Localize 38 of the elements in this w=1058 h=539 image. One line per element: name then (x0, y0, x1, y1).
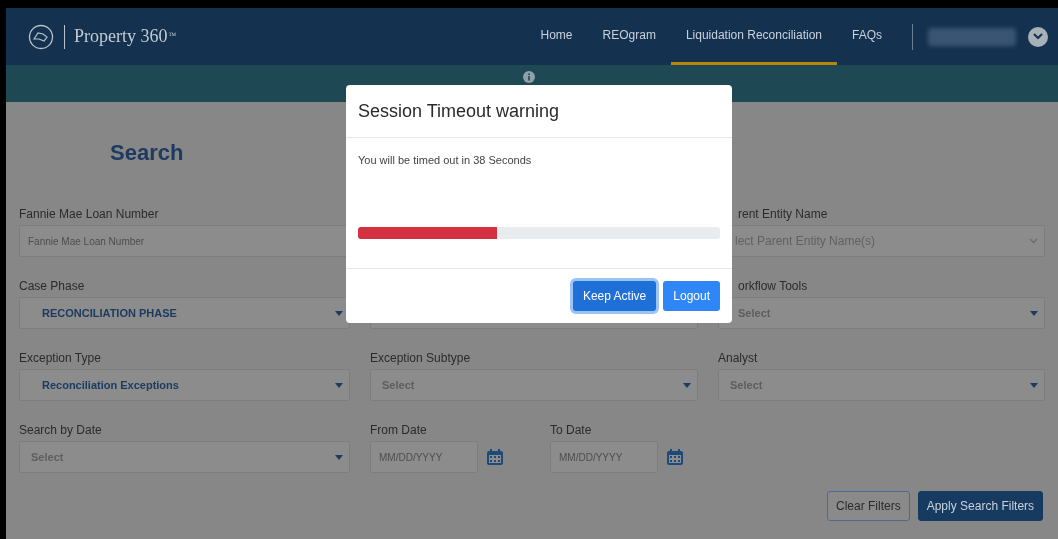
field-label: orkflow Tools (738, 279, 808, 293)
calendar-icon[interactable] (666, 448, 684, 466)
logo-icon (28, 23, 54, 50)
field-label: Analyst (718, 351, 758, 365)
caret-icon (335, 310, 343, 316)
dialog-title: Session Timeout warning (358, 99, 560, 123)
field-label: Exception Type (19, 351, 101, 365)
apply-filters-button[interactable]: Apply Search Filters (917, 491, 1044, 521)
field-label: Exception Subtype (370, 351, 471, 365)
caret-icon (335, 382, 343, 388)
nav-link[interactable]: FAQs (837, 8, 897, 65)
field-label: Search by Date (19, 423, 102, 437)
date-input-field[interactable]: MM/DD/YYYY (550, 441, 658, 473)
caret-icon (683, 382, 691, 388)
chevron-down-icon (1033, 33, 1043, 40)
field-label: To Date (550, 423, 592, 437)
calendar-icon[interactable] (486, 448, 504, 466)
select-dropdown[interactable]: Reconciliation Exceptions (19, 369, 350, 401)
logout-button[interactable]: Logout (663, 281, 720, 311)
date-input-field[interactable]: MM/DD/YYYY (370, 441, 478, 473)
field-label: Fannie Mae Loan Number (19, 207, 159, 221)
caret-icon (1030, 382, 1038, 388)
field-label: Case Phase (19, 279, 85, 293)
caret-icon (335, 454, 343, 460)
dialog-message: You will be timed out in 38 Seconds (358, 153, 533, 168)
user-menu-button[interactable] (1028, 26, 1048, 47)
keep-active-button[interactable]: Keep Active (572, 281, 657, 311)
field-label: From Date (370, 423, 427, 437)
caret-icon (1030, 310, 1038, 316)
nav-link[interactable]: REOgram (587, 8, 671, 65)
chevron-down-icon (1029, 238, 1038, 244)
field-label: rent Entity Name (738, 207, 828, 221)
page-title: Search (110, 139, 184, 167)
info-icon (523, 71, 535, 83)
select-dropdown[interactable]: RECONCILIATION PHASE (19, 297, 350, 329)
brand-name: Property 360$^{™}$ (74, 25, 177, 48)
nav-link[interactable]: Home (525, 8, 588, 65)
clear-filters-button[interactable]: Clear Filters (827, 491, 910, 521)
